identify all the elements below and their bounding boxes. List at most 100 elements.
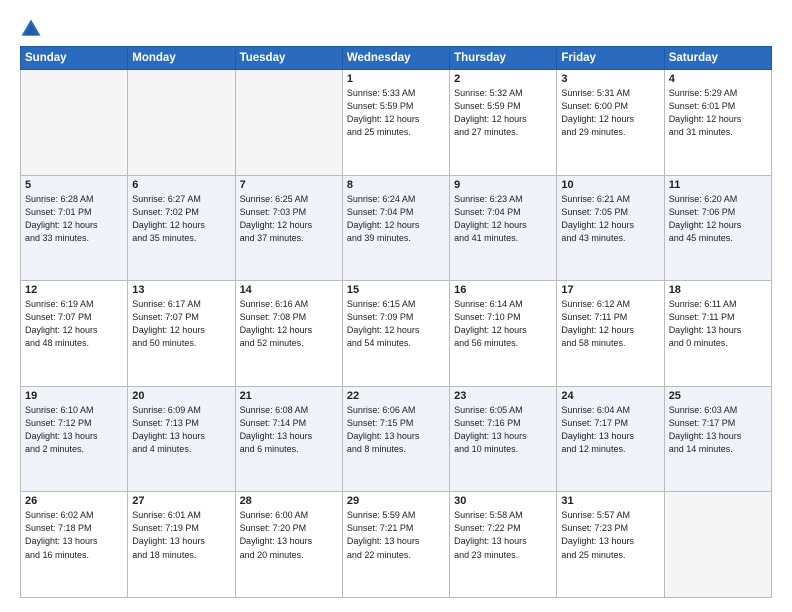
calendar-day-cell: 20Sunrise: 6:09 AM Sunset: 7:13 PM Dayli… bbox=[128, 386, 235, 492]
day-info: Sunrise: 5:33 AM Sunset: 5:59 PM Dayligh… bbox=[347, 87, 445, 139]
day-info: Sunrise: 5:32 AM Sunset: 5:59 PM Dayligh… bbox=[454, 87, 552, 139]
day-number: 2 bbox=[454, 73, 552, 85]
calendar-week-row: 26Sunrise: 6:02 AM Sunset: 7:18 PM Dayli… bbox=[21, 492, 772, 598]
calendar-day-cell: 23Sunrise: 6:05 AM Sunset: 7:16 PM Dayli… bbox=[450, 386, 557, 492]
day-info: Sunrise: 6:23 AM Sunset: 7:04 PM Dayligh… bbox=[454, 193, 552, 245]
calendar-day-cell: 4 Sunrise: 5:29 AM Sunset: 6:01 PM Daylig… bbox=[664, 70, 771, 176]
day-number: 28 bbox=[240, 495, 338, 507]
day-number: 31 bbox=[561, 495, 659, 507]
day-number: 8 bbox=[347, 179, 445, 191]
weekday-header-tuesday: Tuesday bbox=[235, 47, 342, 70]
day-info: Sunrise: 5:58 AM Sunset: 7:22 PM Dayligh… bbox=[454, 509, 552, 561]
calendar-day-cell: 21 Sunrise: 6:08 AM Sunset: 7:14 PM Dayli… bbox=[235, 386, 342, 492]
day-number: 26 bbox=[25, 495, 123, 507]
day-number: 25 bbox=[669, 390, 767, 402]
weekday-header-thursday: Thursday bbox=[450, 47, 557, 70]
day-info: Sunrise: 5:59 AM Sunset: 7:21 PM Dayligh… bbox=[347, 509, 445, 561]
day-number: 18 bbox=[669, 284, 767, 296]
calendar-table: SundayMondayTuesdayWednesdayThursdayFrid… bbox=[20, 46, 772, 598]
page: SundayMondayTuesdayWednesdayThursdayFrid… bbox=[0, 0, 792, 612]
calendar-week-row: 12 Sunrise: 6:19 AM Sunset: 7:07 PM Dayli… bbox=[21, 281, 772, 387]
day-number: 9 bbox=[454, 179, 552, 191]
calendar-day-cell: 13Sunrise: 6:17 AM Sunset: 7:07 PM Dayli… bbox=[128, 281, 235, 387]
day-number: 24 bbox=[561, 390, 659, 402]
day-info: Sunrise: 6:27 AM Sunset: 7:02 PM Dayligh… bbox=[132, 193, 230, 245]
day-number: 3 bbox=[561, 73, 659, 85]
weekday-header-sunday: Sunday bbox=[21, 47, 128, 70]
calendar-day-cell: 8 Sunrise: 6:24 AM Sunset: 7:04 PM Daylig… bbox=[342, 175, 449, 281]
day-info: Sunrise: 6:24 AM Sunset: 7:04 PM Dayligh… bbox=[347, 193, 445, 245]
day-info: Sunrise: 6:19 AM Sunset: 7:07 PM Dayligh… bbox=[25, 298, 123, 350]
calendar-day-cell: 26Sunrise: 6:02 AM Sunset: 7:18 PM Dayli… bbox=[21, 492, 128, 598]
day-info: Sunrise: 6:15 AM Sunset: 7:09 PM Dayligh… bbox=[347, 298, 445, 350]
calendar-week-row: 19 Sunrise: 6:10 AM Sunset: 7:12 PM Dayli… bbox=[21, 386, 772, 492]
day-info: Sunrise: 6:09 AM Sunset: 7:13 PM Dayligh… bbox=[132, 404, 230, 456]
day-number: 13 bbox=[132, 284, 230, 296]
weekday-header-wednesday: Wednesday bbox=[342, 47, 449, 70]
calendar-day-cell: 30 Sunrise: 5:58 AM Sunset: 7:22 PM Dayli… bbox=[450, 492, 557, 598]
day-number: 1 bbox=[347, 73, 445, 85]
calendar-day-cell bbox=[664, 492, 771, 598]
day-info: Sunrise: 6:06 AM Sunset: 7:15 PM Dayligh… bbox=[347, 404, 445, 456]
logo-icon bbox=[20, 18, 42, 40]
calendar-day-cell: 14Sunrise: 6:16 AM Sunset: 7:08 PM Dayli… bbox=[235, 281, 342, 387]
day-info: Sunrise: 6:28 AM Sunset: 7:01 PM Dayligh… bbox=[25, 193, 123, 245]
calendar-day-cell: 7Sunrise: 6:25 AM Sunset: 7:03 PM Daylig… bbox=[235, 175, 342, 281]
day-info: Sunrise: 6:10 AM Sunset: 7:12 PM Dayligh… bbox=[25, 404, 123, 456]
calendar-day-cell: 15Sunrise: 6:15 AM Sunset: 7:09 PM Dayli… bbox=[342, 281, 449, 387]
calendar-day-cell: 3 Sunrise: 5:31 AM Sunset: 6:00 PM Daylig… bbox=[557, 70, 664, 176]
calendar-day-cell: 27Sunrise: 6:01 AM Sunset: 7:19 PM Dayli… bbox=[128, 492, 235, 598]
day-info: Sunrise: 6:08 AM Sunset: 7:14 PM Dayligh… bbox=[240, 404, 338, 456]
calendar-day-cell: 2 Sunrise: 5:32 AM Sunset: 5:59 PM Daylig… bbox=[450, 70, 557, 176]
logo bbox=[20, 18, 46, 40]
day-info: Sunrise: 6:11 AM Sunset: 7:11 PM Dayligh… bbox=[669, 298, 767, 350]
calendar-day-cell: 24 Sunrise: 6:04 AM Sunset: 7:17 PM Dayli… bbox=[557, 386, 664, 492]
calendar-day-cell: 17 Sunrise: 6:12 AM Sunset: 7:11 PM Dayli… bbox=[557, 281, 664, 387]
day-number: 16 bbox=[454, 284, 552, 296]
day-info: Sunrise: 6:04 AM Sunset: 7:17 PM Dayligh… bbox=[561, 404, 659, 456]
day-number: 27 bbox=[132, 495, 230, 507]
day-number: 29 bbox=[347, 495, 445, 507]
day-number: 21 bbox=[240, 390, 338, 402]
day-number: 11 bbox=[669, 179, 767, 191]
calendar-day-cell bbox=[21, 70, 128, 176]
calendar-week-row: 5Sunrise: 6:28 AM Sunset: 7:01 PM Daylig… bbox=[21, 175, 772, 281]
calendar-day-cell: 22Sunrise: 6:06 AM Sunset: 7:15 PM Dayli… bbox=[342, 386, 449, 492]
calendar-day-cell: 25 Sunrise: 6:03 AM Sunset: 7:17 PM Dayli… bbox=[664, 386, 771, 492]
calendar-day-cell: 5Sunrise: 6:28 AM Sunset: 7:01 PM Daylig… bbox=[21, 175, 128, 281]
calendar-day-cell: 9 Sunrise: 6:23 AM Sunset: 7:04 PM Daylig… bbox=[450, 175, 557, 281]
calendar-day-cell bbox=[235, 70, 342, 176]
weekday-header-friday: Friday bbox=[557, 47, 664, 70]
weekday-header-monday: Monday bbox=[128, 47, 235, 70]
calendar-day-cell: 31 Sunrise: 5:57 AM Sunset: 7:23 PM Dayli… bbox=[557, 492, 664, 598]
calendar-day-cell: 19 Sunrise: 6:10 AM Sunset: 7:12 PM Dayli… bbox=[21, 386, 128, 492]
calendar-day-cell: 28Sunrise: 6:00 AM Sunset: 7:20 PM Dayli… bbox=[235, 492, 342, 598]
calendar-day-cell bbox=[128, 70, 235, 176]
day-info: Sunrise: 5:29 AM Sunset: 6:01 PM Dayligh… bbox=[669, 87, 767, 139]
calendar-day-cell: 10 Sunrise: 6:21 AM Sunset: 7:05 PM Dayli… bbox=[557, 175, 664, 281]
day-number: 10 bbox=[561, 179, 659, 191]
calendar-day-cell: 18 Sunrise: 6:11 AM Sunset: 7:11 PM Dayli… bbox=[664, 281, 771, 387]
calendar-day-cell: 12 Sunrise: 6:19 AM Sunset: 7:07 PM Dayli… bbox=[21, 281, 128, 387]
day-number: 12 bbox=[25, 284, 123, 296]
day-info: Sunrise: 6:16 AM Sunset: 7:08 PM Dayligh… bbox=[240, 298, 338, 350]
calendar-day-cell: 29 Sunrise: 5:59 AM Sunset: 7:21 PM Dayli… bbox=[342, 492, 449, 598]
calendar-day-cell: 6 Sunrise: 6:27 AM Sunset: 7:02 PM Daylig… bbox=[128, 175, 235, 281]
calendar-week-row: 1 Sunrise: 5:33 AM Sunset: 5:59 PM Daylig… bbox=[21, 70, 772, 176]
calendar-day-cell: 1 Sunrise: 5:33 AM Sunset: 5:59 PM Daylig… bbox=[342, 70, 449, 176]
day-info: Sunrise: 6:21 AM Sunset: 7:05 PM Dayligh… bbox=[561, 193, 659, 245]
header bbox=[20, 18, 772, 40]
calendar-day-cell: 16Sunrise: 6:14 AM Sunset: 7:10 PM Dayli… bbox=[450, 281, 557, 387]
day-info: Sunrise: 6:20 AM Sunset: 7:06 PM Dayligh… bbox=[669, 193, 767, 245]
day-number: 30 bbox=[454, 495, 552, 507]
day-info: Sunrise: 5:31 AM Sunset: 6:00 PM Dayligh… bbox=[561, 87, 659, 139]
day-info: Sunrise: 6:05 AM Sunset: 7:16 PM Dayligh… bbox=[454, 404, 552, 456]
day-number: 17 bbox=[561, 284, 659, 296]
calendar-day-cell: 11 Sunrise: 6:20 AM Sunset: 7:06 PM Dayli… bbox=[664, 175, 771, 281]
day-info: Sunrise: 6:12 AM Sunset: 7:11 PM Dayligh… bbox=[561, 298, 659, 350]
day-number: 4 bbox=[669, 73, 767, 85]
day-number: 6 bbox=[132, 179, 230, 191]
day-number: 19 bbox=[25, 390, 123, 402]
day-info: Sunrise: 6:03 AM Sunset: 7:17 PM Dayligh… bbox=[669, 404, 767, 456]
day-info: Sunrise: 5:57 AM Sunset: 7:23 PM Dayligh… bbox=[561, 509, 659, 561]
